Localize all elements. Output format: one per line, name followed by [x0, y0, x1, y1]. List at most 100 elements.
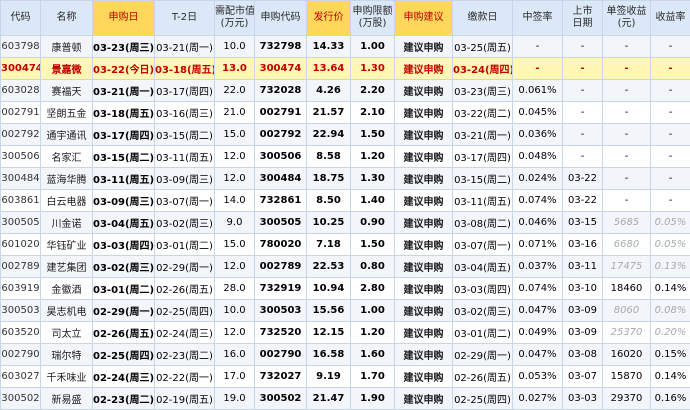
- cell-code[interactable]: 300505: [1, 212, 41, 234]
- cell-name[interactable]: 昊志机电: [41, 300, 93, 322]
- cell-yield: -: [651, 58, 690, 80]
- cell-code[interactable]: 603861: [1, 190, 41, 212]
- table-row[interactable]: 300502新易盛02-23(周二)02-19(周五)19.030050221.…: [1, 388, 690, 410]
- cell-suggestion: 建议申购: [395, 190, 453, 212]
- column-header-sub-code[interactable]: 申购代码: [255, 1, 307, 36]
- cell-win-rate: 0.024%: [513, 168, 563, 190]
- cell-issue-price: 16.58: [307, 344, 351, 366]
- cell-name[interactable]: 瑞尔特: [41, 344, 93, 366]
- cell-yield: 0.05%: [651, 212, 690, 234]
- cell-code[interactable]: 002790: [1, 344, 41, 366]
- cell-sub-code: 780020: [255, 234, 307, 256]
- cell-name[interactable]: 川金诺: [41, 212, 93, 234]
- cell-suggestion: 建议申购: [395, 344, 453, 366]
- column-header-win-rate[interactable]: 中签率: [513, 1, 563, 36]
- cell-code[interactable]: 300503: [1, 300, 41, 322]
- cell-pay-date: 03-07(周一): [453, 234, 513, 256]
- table-header: 代码名称申购日T-2日需配市值(万元)申购代码发行价申购限额(万股)申购建议缴款…: [1, 1, 690, 36]
- cell-win-rate: 0.037%: [513, 256, 563, 278]
- cell-code[interactable]: 300484: [1, 168, 41, 190]
- cell-name[interactable]: 蓝海华腾: [41, 168, 93, 190]
- cell-name[interactable]: 新易盛: [41, 388, 93, 410]
- cell-code[interactable]: 603919: [1, 278, 41, 300]
- cell-code[interactable]: 603027: [1, 366, 41, 388]
- column-header-alloc-value[interactable]: 需配市值(万元): [215, 1, 255, 36]
- cell-code[interactable]: 601020: [1, 234, 41, 256]
- cell-name[interactable]: 名家汇: [41, 146, 93, 168]
- table-row[interactable]: 603919金徽酒03-01(周二)02-26(周五)28.073291910.…: [1, 278, 690, 300]
- cell-name[interactable]: 赛福天: [41, 80, 93, 102]
- cell-single-gain: 16020: [603, 344, 651, 366]
- column-header-sub-limit[interactable]: 申购限额(万股): [351, 1, 395, 36]
- table-row[interactable]: 002792通宇通讯03-17(周四)03-15(周二)15.000279222…: [1, 124, 690, 146]
- table-row[interactable]: 601020华钰矿业03-03(周四)03-01(周二)15.07800207.…: [1, 234, 690, 256]
- cell-alloc-value: 22.0: [215, 80, 255, 102]
- table-row[interactable]: 603861白云电器03-09(周三)03-07(周一)14.07328618.…: [1, 190, 690, 212]
- cell-alloc-value: 16.0: [215, 344, 255, 366]
- table-row[interactable]: 603027千禾味业02-24(周三)02-22(周一)17.07320279.…: [1, 366, 690, 388]
- cell-yield: 0.14%: [651, 278, 690, 300]
- cell-suggestion: 建议申购: [395, 300, 453, 322]
- cell-code[interactable]: 002792: [1, 124, 41, 146]
- cell-name[interactable]: 建艺集团: [41, 256, 93, 278]
- cell-name[interactable]: 景嘉微: [41, 58, 93, 80]
- cell-sub-code: 300503: [255, 300, 307, 322]
- cell-win-rate: 0.047%: [513, 300, 563, 322]
- table-row[interactable]: 002791坚朗五金03-18(周五)03-16(周三)21.000279121…: [1, 102, 690, 124]
- cell-sub-code: 300484: [255, 168, 307, 190]
- column-header-code[interactable]: 代码: [1, 1, 41, 36]
- column-header-list-date[interactable]: 上市日期: [563, 1, 603, 36]
- cell-t2-date: 03-21(周一): [155, 36, 215, 58]
- column-header-pay-date[interactable]: 缴款日: [453, 1, 513, 36]
- column-header-issue-price[interactable]: 发行价: [307, 1, 351, 36]
- cell-t2-date: 02-29(周一): [155, 256, 215, 278]
- cell-t2-date: 03-17(周四): [155, 80, 215, 102]
- cell-sub-limit: 1.40: [351, 190, 395, 212]
- table-row[interactable]: 002790瑞尔特02-25(周四)02-23(周二)16.000279016.…: [1, 344, 690, 366]
- cell-code[interactable]: 603798: [1, 36, 41, 58]
- cell-list-date: 03-11: [563, 256, 603, 278]
- cell-code[interactable]: 002791: [1, 102, 41, 124]
- cell-suggestion: 建议申购: [395, 102, 453, 124]
- table-row[interactable]: 603028赛福天03-21(周一)03-17(周四)22.07320284.2…: [1, 80, 690, 102]
- table-row[interactable]: 002789建艺集团03-02(周三)02-29(周一)12.000278922…: [1, 256, 690, 278]
- table-row[interactable]: 300505川金诺03-04(周五)03-02(周三)9.030050510.2…: [1, 212, 690, 234]
- cell-yield: -: [651, 124, 690, 146]
- cell-name[interactable]: 白云电器: [41, 190, 93, 212]
- table-row[interactable]: 300503昊志机电02-29(周一)02-25(周四)10.030050315…: [1, 300, 690, 322]
- cell-name[interactable]: 华钰矿业: [41, 234, 93, 256]
- cell-list-date: 03-16: [563, 234, 603, 256]
- cell-yield: -: [651, 168, 690, 190]
- table-row[interactable]: 300506名家汇03-15(周二)03-11(周五)12.03005068.5…: [1, 146, 690, 168]
- column-header-suggestion[interactable]: 申购建议: [395, 1, 453, 36]
- cell-list-date: -: [563, 146, 603, 168]
- cell-code[interactable]: 300502: [1, 388, 41, 410]
- cell-single-gain: 8060: [603, 300, 651, 322]
- cell-code[interactable]: 300474: [1, 58, 41, 80]
- column-header-name[interactable]: 名称: [41, 1, 93, 36]
- cell-name[interactable]: 通宇通讯: [41, 124, 93, 146]
- cell-issue-price: 9.19: [307, 366, 351, 388]
- cell-code[interactable]: 300506: [1, 146, 41, 168]
- cell-code[interactable]: 603028: [1, 80, 41, 102]
- cell-code[interactable]: 603520: [1, 322, 41, 344]
- cell-name[interactable]: 坚朗五金: [41, 102, 93, 124]
- cell-pay-date: 03-08(周二): [453, 212, 513, 234]
- column-header-single-gain[interactable]: 单签收益(元): [603, 1, 651, 36]
- cell-name[interactable]: 康普顿: [41, 36, 93, 58]
- cell-subscribe-date: 03-22(今日): [93, 58, 155, 80]
- cell-name[interactable]: 千禾味业: [41, 366, 93, 388]
- column-header-subscribe-date[interactable]: 申购日: [93, 1, 155, 36]
- table-row[interactable]: 603798康普顿03-23(周三)03-21(周一)10.073279814.…: [1, 36, 690, 58]
- cell-suggestion: 建议申购: [395, 278, 453, 300]
- table-row[interactable]: 300474景嘉微03-22(今日)03-18(周五)13.030047413.…: [1, 58, 690, 80]
- cell-name[interactable]: 金徽酒: [41, 278, 93, 300]
- table-row[interactable]: 300484蓝海华腾03-11(周五)03-09(周三)12.030048418…: [1, 168, 690, 190]
- cell-yield: 0.14%: [651, 366, 690, 388]
- cell-name[interactable]: 司太立: [41, 322, 93, 344]
- table-row[interactable]: 603520司太立02-26(周五)02-24(周三)12.073252012.…: [1, 322, 690, 344]
- column-header-yield[interactable]: 收益率: [651, 1, 690, 36]
- cell-alloc-value: 15.0: [215, 124, 255, 146]
- column-header-t2-date[interactable]: T-2日: [155, 1, 215, 36]
- cell-code[interactable]: 002789: [1, 256, 41, 278]
